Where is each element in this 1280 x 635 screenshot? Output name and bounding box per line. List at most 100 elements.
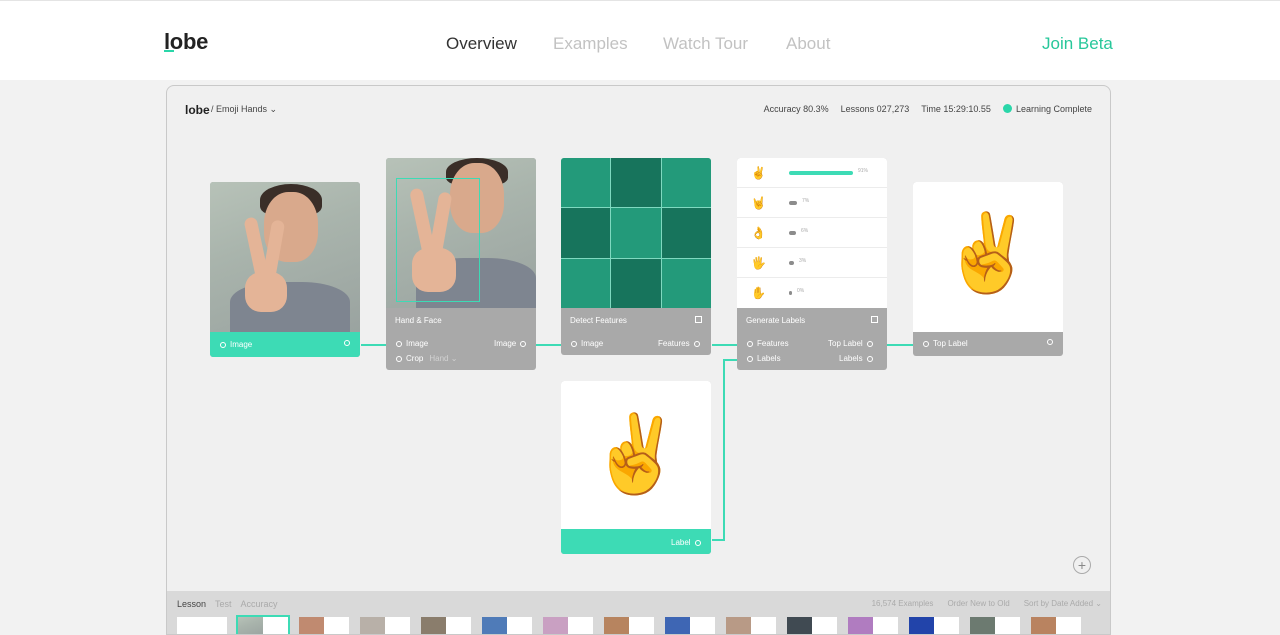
tab-lesson[interactable]: Lesson <box>177 599 206 609</box>
example-thumbnail[interactable] <box>360 617 410 634</box>
lessons-stat: Lessons 027,273 <box>840 104 910 114</box>
add-node-button[interactable]: + <box>1073 556 1091 574</box>
image-out-port[interactable]: Image <box>494 339 530 348</box>
probability-text: 91% <box>858 168 869 174</box>
learning-status: Learning Complete <box>1002 104 1092 114</box>
example-thumbnail[interactable] <box>482 617 532 634</box>
features-in-port[interactable]: Features <box>743 339 789 348</box>
wire <box>361 344 387 346</box>
example-thumbnail[interactable] <box>909 617 959 634</box>
probability-text: 0% <box>797 288 805 294</box>
node-title: Detect Features <box>570 316 627 325</box>
label-row: ✋ 0% <box>737 278 887 308</box>
hand-face-node[interactable]: Hand & Face Image Image Crop Hand ⌄ <box>386 158 536 370</box>
probability-bar <box>789 171 853 175</box>
top-label-node[interactable]: ✌️ Top Label <box>913 182 1063 356</box>
app-window: lobe / Emoji Hands ⌄ Accuracy 80.3% Less… <box>166 85 1111 635</box>
wire <box>536 344 562 346</box>
port-label: Image <box>581 339 604 348</box>
wire <box>887 344 913 346</box>
project-selector[interactable]: / Emoji Hands ⌄ <box>211 104 277 115</box>
lesson-controls: 16,574 Examples Order New to Old Sort by… <box>872 599 1102 608</box>
join-beta-link[interactable]: Join Beta <box>1042 34 1113 54</box>
nav-about[interactable]: About <box>786 34 830 54</box>
app-logo[interactable]: lobe <box>185 103 210 117</box>
label-node[interactable]: ✌️ Label <box>561 381 711 554</box>
port-label: Top Label <box>828 339 863 348</box>
port-label: Image <box>230 340 253 349</box>
example-thumbnail[interactable] <box>1031 617 1081 634</box>
example-thumbnail[interactable] <box>177 617 227 634</box>
label-emoji: 🖐️ <box>751 256 766 270</box>
image-connector[interactable] <box>340 340 354 346</box>
sort-select[interactable]: Sort by Date Added ⌄ <box>1024 599 1102 608</box>
probability-bar <box>789 231 796 235</box>
site-header: lobe Overview Examples Watch Tour About … <box>0 0 1280 80</box>
image-in-port[interactable]: Image <box>392 339 428 348</box>
wire <box>712 344 738 346</box>
image-node[interactable]: Image <box>210 182 360 357</box>
top-label-connector[interactable] <box>1043 339 1057 345</box>
label-row: 🖐️ 3% <box>737 248 887 278</box>
label-out-port[interactable]: Label <box>671 538 705 547</box>
label-emoji: ✌️ <box>751 166 766 180</box>
image-in-port[interactable]: Image <box>567 339 603 348</box>
accuracy-stat: Accuracy 80.3% <box>763 104 829 114</box>
lesson-panel: Lesson Test Accuracy 16,574 Examples Ord… <box>167 591 1110 634</box>
label-emoji: 🤘 <box>751 196 766 210</box>
cropped-photo <box>386 158 536 308</box>
labels-in-port[interactable]: Labels <box>743 354 781 363</box>
generate-labels-node[interactable]: ✌️ 91% 🤘 7% 👌 6% 🖐️ 3% ✋ 0% Generate Labels F… <box>737 158 887 370</box>
example-thumbnail[interactable] <box>421 617 471 634</box>
input-photo <box>210 182 360 332</box>
top-label-in-port[interactable]: Top Label <box>919 339 968 348</box>
label-preview: ✌️ <box>561 381 711 531</box>
example-thumbnail[interactable] <box>848 617 898 634</box>
label-probabilities: ✌️ 91% 🤘 7% 👌 6% 🖐️ 3% ✋ 0% <box>737 158 887 308</box>
feature-grid <box>561 158 711 308</box>
tab-accuracy[interactable]: Accuracy <box>241 599 278 609</box>
example-thumbnail[interactable] <box>543 617 593 634</box>
example-thumbnail[interactable] <box>665 617 715 634</box>
port-label: Features <box>757 339 789 348</box>
crop-option[interactable]: Crop Hand ⌄ <box>392 354 457 363</box>
nav-overview[interactable]: Overview <box>446 34 517 54</box>
expand-icon[interactable] <box>695 316 702 323</box>
probability-text: 6% <box>801 228 809 234</box>
status-text: Learning Complete <box>1015 104 1092 114</box>
crop-select[interactable]: Hand ⌄ <box>429 354 457 363</box>
logo-accent <box>164 50 174 52</box>
examples-count: 16,574 Examples <box>871 599 934 608</box>
example-thumbnail[interactable] <box>299 617 349 634</box>
example-thumbnail[interactable] <box>726 617 776 634</box>
expand-icon[interactable] <box>871 316 878 323</box>
example-thumbnail[interactable] <box>970 617 1020 634</box>
crop-box <box>396 178 480 302</box>
nav-examples[interactable]: Examples <box>553 34 628 54</box>
port-label: Label <box>671 538 691 547</box>
labels-out-port[interactable]: Labels <box>839 354 877 363</box>
label-emoji: ✋ <box>751 286 766 300</box>
example-thumbnail[interactable] <box>604 617 654 634</box>
features-out-port[interactable]: Features <box>658 339 704 348</box>
examples-strip <box>177 615 1081 634</box>
example-thumbnail[interactable] <box>787 617 837 634</box>
probability-bar <box>789 291 792 295</box>
image-out-port[interactable]: Image <box>216 340 252 349</box>
example-thumbnail[interactable] <box>236 615 290 634</box>
tab-test[interactable]: Test <box>215 599 232 609</box>
port-label: Labels <box>757 354 781 363</box>
order-select[interactable]: Order New to Old <box>947 599 1009 608</box>
check-icon <box>1002 104 1012 113</box>
port-label: Top Label <box>933 339 968 348</box>
peace-emoji-icon: ✌️ <box>940 211 1036 296</box>
port-label: Labels <box>839 354 863 363</box>
wire <box>725 359 737 361</box>
training-stats: Accuracy 80.3% Lessons 027,273 Time 15:2… <box>764 104 1092 114</box>
node-title: Generate Labels <box>746 316 806 325</box>
detect-features-node[interactable]: Detect Features Image Features <box>561 158 711 355</box>
top-label-out-port[interactable]: Top Label <box>828 339 877 348</box>
probability-bar <box>789 201 797 205</box>
nav-watch-tour[interactable]: Watch Tour <box>663 34 748 54</box>
label-row: ✌️ 91% <box>737 158 887 188</box>
